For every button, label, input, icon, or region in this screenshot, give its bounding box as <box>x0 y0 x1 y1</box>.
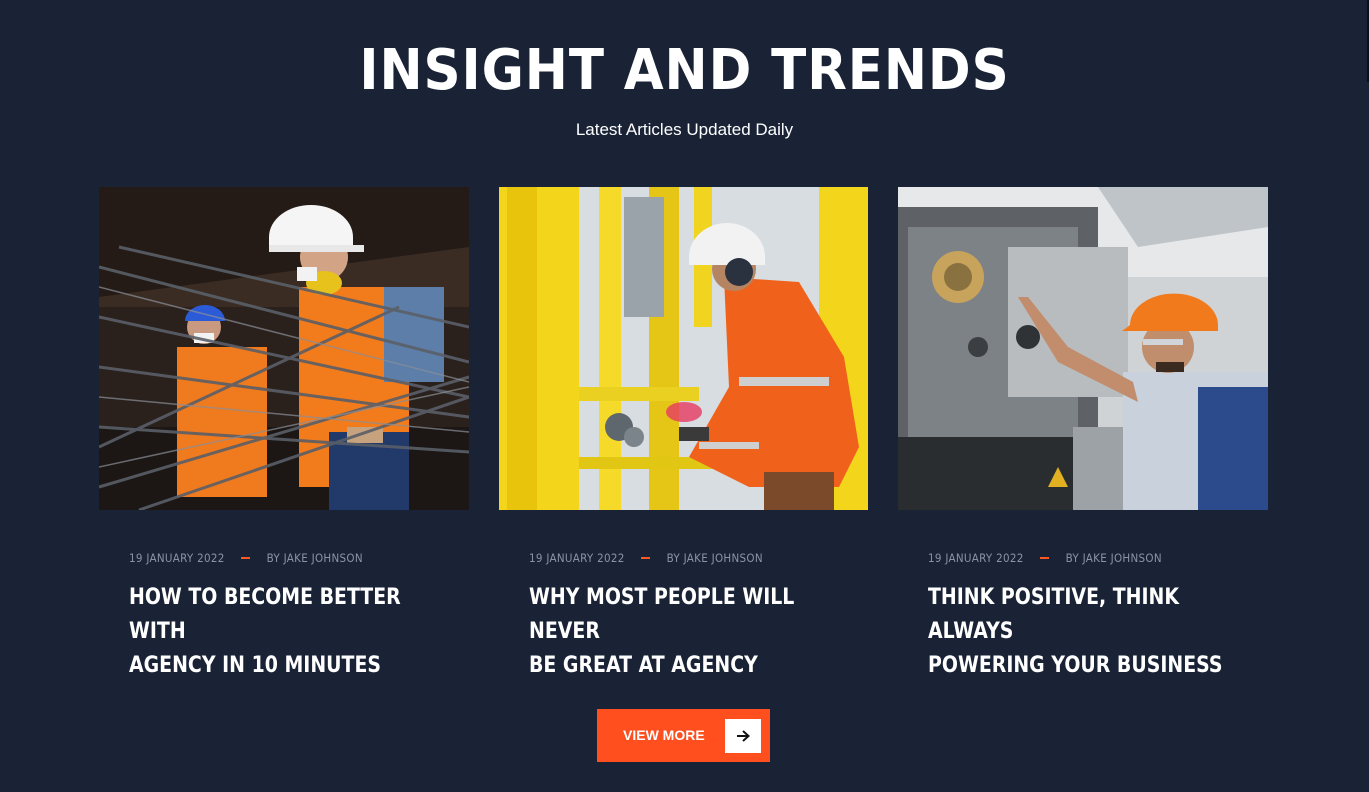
section-heading: INSIGHT AND TRENDS <box>359 38 1010 103</box>
article-date: 19 JANUARY 2022 <box>529 551 625 565</box>
article-image[interactable] <box>898 187 1268 510</box>
meta-separator <box>640 557 650 559</box>
article-author[interactable]: BY JAKE JOHNSON <box>267 551 363 565</box>
article-meta: 19 JANUARY 2022 BY JAKE JOHNSON <box>928 550 1162 566</box>
article-image[interactable] <box>99 187 469 510</box>
article-meta: 19 JANUARY 2022 BY JAKE JOHNSON <box>129 550 363 566</box>
article-title[interactable]: HOW TO BECOME BETTER WITH AGENCY IN 10 M… <box>129 581 449 683</box>
view-more-label: VIEW MORE <box>623 727 705 743</box>
article-title-line: AGENCY IN 10 MINUTES <box>129 653 382 678</box>
workers-steel-mesh-image <box>99 187 469 510</box>
engineer-machine-panel-image <box>898 187 1268 510</box>
article-title[interactable]: THINK POSITIVE, THINK ALWAYS POWERING YO… <box>928 581 1248 683</box>
article-card: 19 JANUARY 2022 BY JAKE JOHNSON THINK PO… <box>898 187 1268 678</box>
article-card: 19 JANUARY 2022 BY JAKE JOHNSON HOW TO B… <box>99 187 469 678</box>
article-title-line: BE GREAT AT AGENCY <box>529 653 758 678</box>
article-author[interactable]: BY JAKE JOHNSON <box>1066 551 1162 565</box>
article-image[interactable] <box>499 187 868 510</box>
meta-separator <box>240 557 250 559</box>
section-subheading: Latest Articles Updated Daily <box>575 120 794 139</box>
meta-separator <box>1039 557 1049 559</box>
view-more-button[interactable]: VIEW MORE <box>597 709 770 762</box>
arrow-right-icon <box>725 719 761 753</box>
article-title-line: THINK POSITIVE, THINK ALWAYS <box>928 585 1180 644</box>
article-title-line: POWERING YOUR BUSINESS <box>928 653 1223 678</box>
article-title[interactable]: WHY MOST PEOPLE WILL NEVER BE GREAT AT A… <box>529 581 849 683</box>
worker-yellow-pipes-image <box>499 187 868 510</box>
article-date: 19 JANUARY 2022 <box>928 551 1024 565</box>
insights-section: INSIGHT AND TRENDS Latest Articles Updat… <box>0 0 1369 792</box>
article-title-line: WHY MOST PEOPLE WILL NEVER <box>529 585 795 644</box>
article-card: 19 JANUARY 2022 BY JAKE JOHNSON WHY MOST… <box>499 187 868 678</box>
article-author[interactable]: BY JAKE JOHNSON <box>667 551 763 565</box>
article-date: 19 JANUARY 2022 <box>129 551 225 565</box>
article-meta: 19 JANUARY 2022 BY JAKE JOHNSON <box>529 550 763 566</box>
article-title-line: HOW TO BECOME BETTER WITH <box>129 585 401 644</box>
